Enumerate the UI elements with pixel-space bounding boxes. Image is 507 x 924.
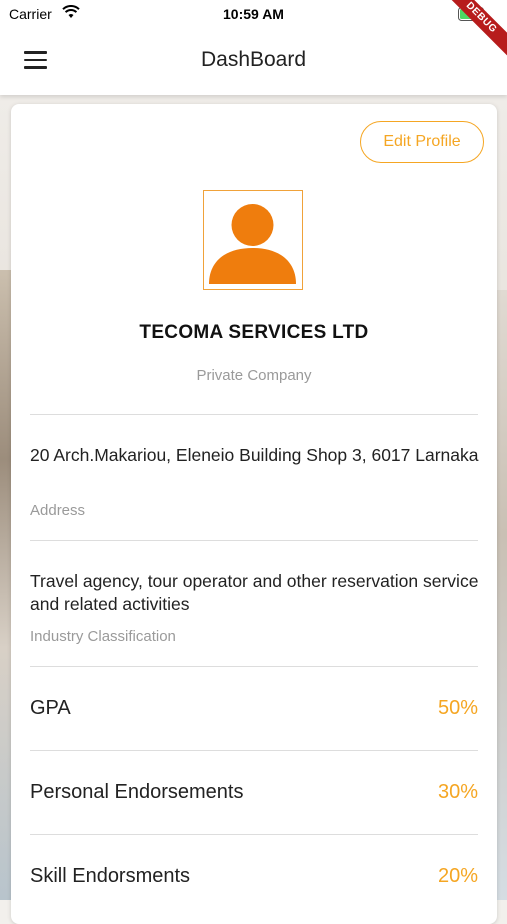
divider: [30, 750, 478, 751]
stat-label: Skill Endorsments: [30, 865, 191, 887]
address-label: Address: [30, 502, 86, 519]
company-name: TECOMA SERVICES LTD: [139, 322, 369, 343]
app-bar: DashBoard: [0, 28, 507, 95]
stat-row-skill-endorsements: Skill Endorsments 20%: [30, 865, 478, 895]
stat-label: GPA: [30, 697, 71, 719]
status-bar: Carrier 10:59 AM: [0, 0, 507, 28]
company-avatar: [203, 190, 303, 290]
divider: [30, 834, 478, 835]
stat-value: 50%: [437, 697, 478, 719]
stat-value: 20%: [437, 865, 478, 887]
edit-profile-button[interactable]: Edit Profile: [360, 121, 484, 163]
status-time: 10:59 AM: [223, 6, 284, 22]
stat-value: 30%: [437, 781, 478, 803]
stat-label: Personal Endorsements: [30, 781, 244, 803]
person-icon: [209, 204, 296, 284]
app-title: DashBoard: [200, 48, 307, 71]
divider: [30, 540, 478, 541]
address-value: 20 Arch.Makariou, Eleneio Building Shop …: [30, 445, 479, 465]
divider: [30, 666, 478, 667]
divider: [30, 414, 478, 415]
company-type: Private Company: [196, 367, 312, 384]
industry-value: Travel agency, tour operator and other r…: [30, 571, 479, 614]
stat-row-personal-endorsements: Personal Endorsements 30%: [30, 781, 478, 811]
profile-card: Edit Profile TECOMA SERVICES LTD Private…: [11, 104, 497, 924]
industry-label: Industry Classification: [30, 628, 176, 645]
stat-row-gpa: GPA 50%: [30, 697, 478, 727]
